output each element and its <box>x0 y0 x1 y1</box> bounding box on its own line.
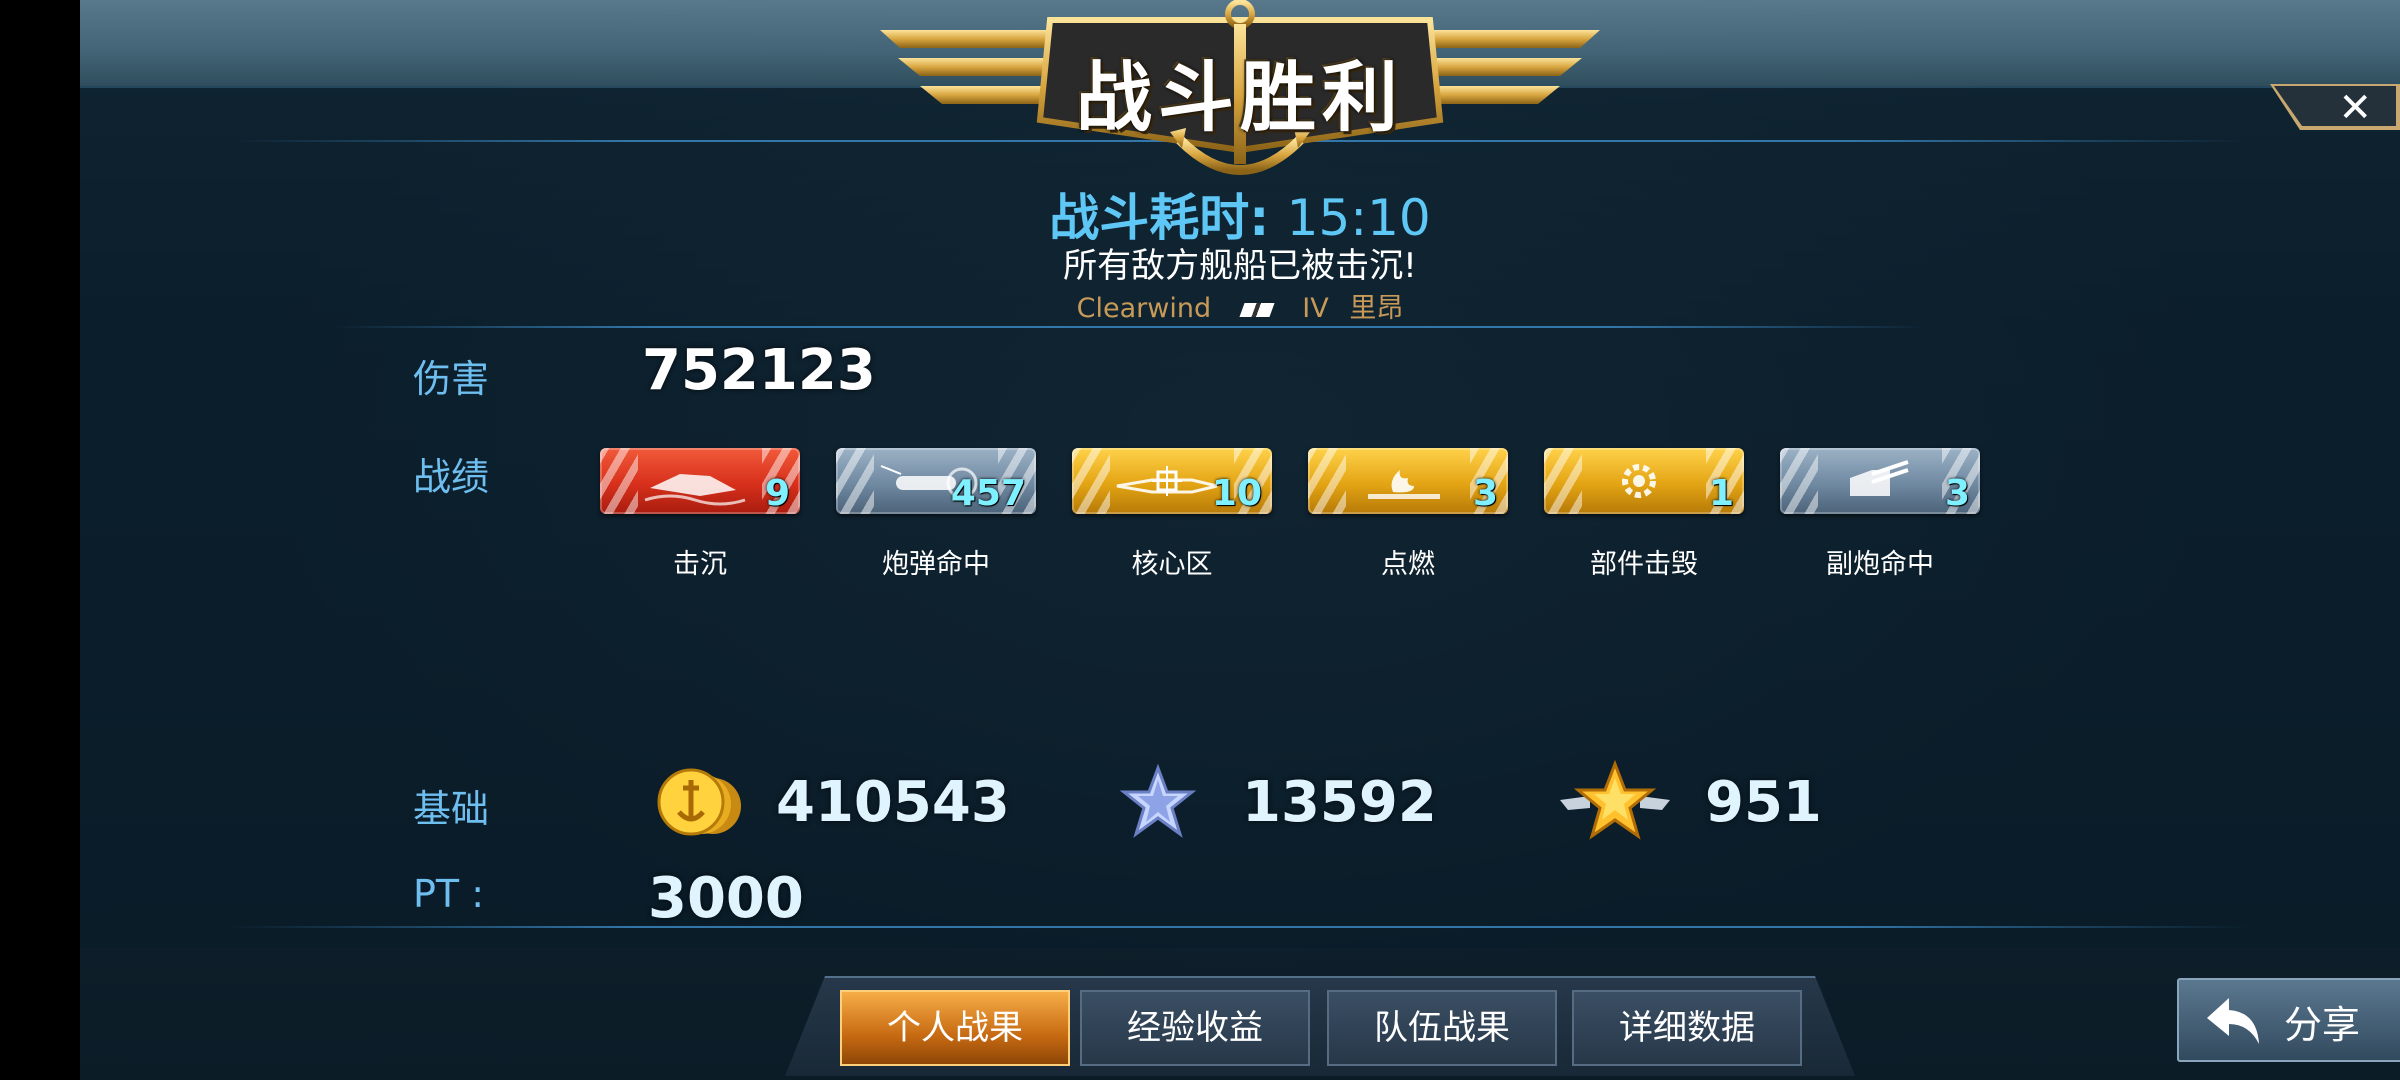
medal-count: 3 <box>1944 473 1970 514</box>
medal-count: 457 <box>950 473 1026 514</box>
medal-label: 核心区 <box>1131 549 1213 580</box>
medal-label: 副炮命中 <box>1826 549 1934 580</box>
share-label: 分享 <box>2284 1003 2361 1047</box>
player-name: Clearwind <box>1076 293 1212 324</box>
share-button[interactable]: 分享 <box>2177 978 2400 1062</box>
silver-exp-value: 13592 <box>1242 770 1437 835</box>
tab-exp-earnings[interactable]: 经验收益 <box>1080 990 1310 1066</box>
coins-value: 410543 <box>776 770 1010 835</box>
medal-label: 部件击毁 <box>1590 549 1698 580</box>
medal-count: 9 <box>764 473 790 514</box>
medal-module-destroyed[interactable]: 1 <box>1544 448 1744 514</box>
close-tab-shape <box>2270 84 2400 130</box>
medal-label: 击沉 <box>673 549 727 580</box>
damage-label: 伤害 <box>413 357 490 401</box>
pt-value: 3000 <box>648 866 804 931</box>
battle-result-screen: 战斗胜利 ✕ 战斗耗时: 15:10 所有敌方舰船已被击沉! Clearwind… <box>80 0 2400 1080</box>
medal-citadel[interactable]: 10 <box>1072 448 1272 514</box>
ship-class: 里昂 <box>1349 293 1404 324</box>
achievements-label: 战绩 <box>413 455 490 499</box>
medal-fire[interactable]: 3 <box>1308 448 1508 514</box>
coin-icon <box>657 768 741 836</box>
victory-title: 战斗胜利 <box>1076 53 1404 142</box>
tab-team-result[interactable]: 队伍战果 <box>1327 990 1557 1066</box>
fire-icon <box>1368 470 1440 499</box>
share-arrow-icon <box>2207 998 2259 1044</box>
medal-shell-hits[interactable]: 457 <box>836 448 1036 514</box>
base-label: 基础 <box>413 787 490 831</box>
divider-info <box>330 326 1930 328</box>
damage-value: 752123 <box>642 338 876 403</box>
ship-tier: IV <box>1302 293 1329 324</box>
medal-label: 点燃 <box>1381 549 1435 580</box>
result-message: 所有敌方舰船已被击沉! <box>1063 246 1417 286</box>
gold-star-icon <box>1560 760 1670 840</box>
citadel-icon <box>1116 466 1218 496</box>
sunk-ship-icon <box>644 474 746 506</box>
close-icon[interactable]: ✕ <box>2338 88 2372 128</box>
victory-emblem: 战斗胜利 <box>880 0 1600 180</box>
medal-label: 炮弹命中 <box>882 549 990 580</box>
secondary-gun-icon <box>1850 460 1909 496</box>
close-button[interactable]: ✕ <box>2270 84 2400 130</box>
medal-count: 1 <box>1708 473 1734 514</box>
medal-sunk[interactable]: 9 <box>600 448 800 514</box>
divider-bottom <box>230 926 2250 928</box>
nation-flag-icon <box>1239 302 1275 317</box>
pt-label: PT : <box>413 872 485 916</box>
tab-personal-result[interactable]: 个人战果 <box>840 990 1070 1066</box>
gear-icon <box>1622 464 1656 498</box>
medal-count: 3 <box>1472 473 1498 514</box>
ship-info: Clearwind IV 里昂 <box>80 286 2400 325</box>
medal-count: 10 <box>1211 473 1262 514</box>
silver-star-icon <box>1120 764 1196 838</box>
tab-detailed-data[interactable]: 详细数据 <box>1572 990 1802 1066</box>
medal-secondary-hits[interactable]: 3 <box>1780 448 1980 514</box>
gold-exp-value: 951 <box>1705 770 1822 835</box>
